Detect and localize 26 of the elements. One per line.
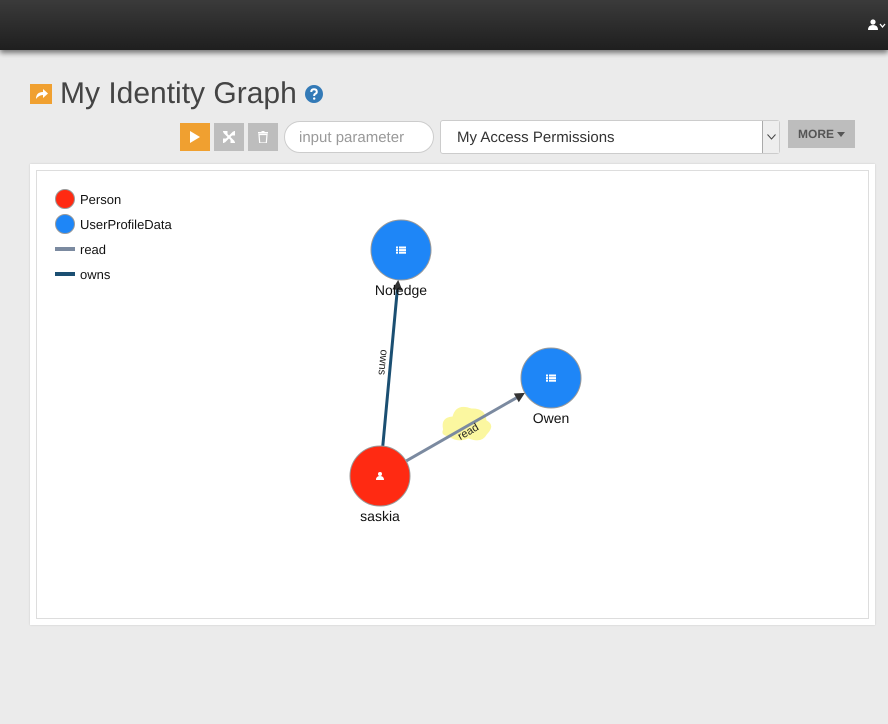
trash-icon: [258, 131, 268, 143]
caret-icon: [766, 134, 776, 140]
run-button[interactable]: [180, 123, 210, 151]
fit-button[interactable]: [214, 123, 244, 151]
edge-label: owns: [375, 348, 390, 376]
legend-label: read: [80, 242, 106, 256]
expand-icon: [223, 131, 235, 143]
legend-label: UserProfileData: [80, 216, 172, 232]
graph-node[interactable]: [520, 348, 582, 408]
legend-label: owns: [80, 266, 110, 282]
caret-icon: [837, 132, 845, 136]
graph-node[interactable]: [370, 220, 432, 280]
help-icon[interactable]: [304, 85, 323, 103]
legend-label: Person: [80, 192, 122, 206]
node-label: Owen: [532, 410, 570, 426]
more-button[interactable]: MORE: [788, 120, 855, 148]
node-label: saskia: [360, 508, 400, 524]
share-icon: [30, 84, 52, 104]
edge-label: read: [456, 421, 481, 443]
query-select[interactable]: My Access Permissions: [440, 120, 780, 154]
graph-node[interactable]: [350, 446, 410, 506]
play-icon: [190, 131, 200, 143]
user-menu-icon[interactable]: [868, 19, 886, 31]
parameter-field[interactable]: input parameter: [284, 121, 434, 153]
page-title: My Identity Graph: [60, 77, 297, 111]
delete-button[interactable]: [248, 123, 278, 151]
